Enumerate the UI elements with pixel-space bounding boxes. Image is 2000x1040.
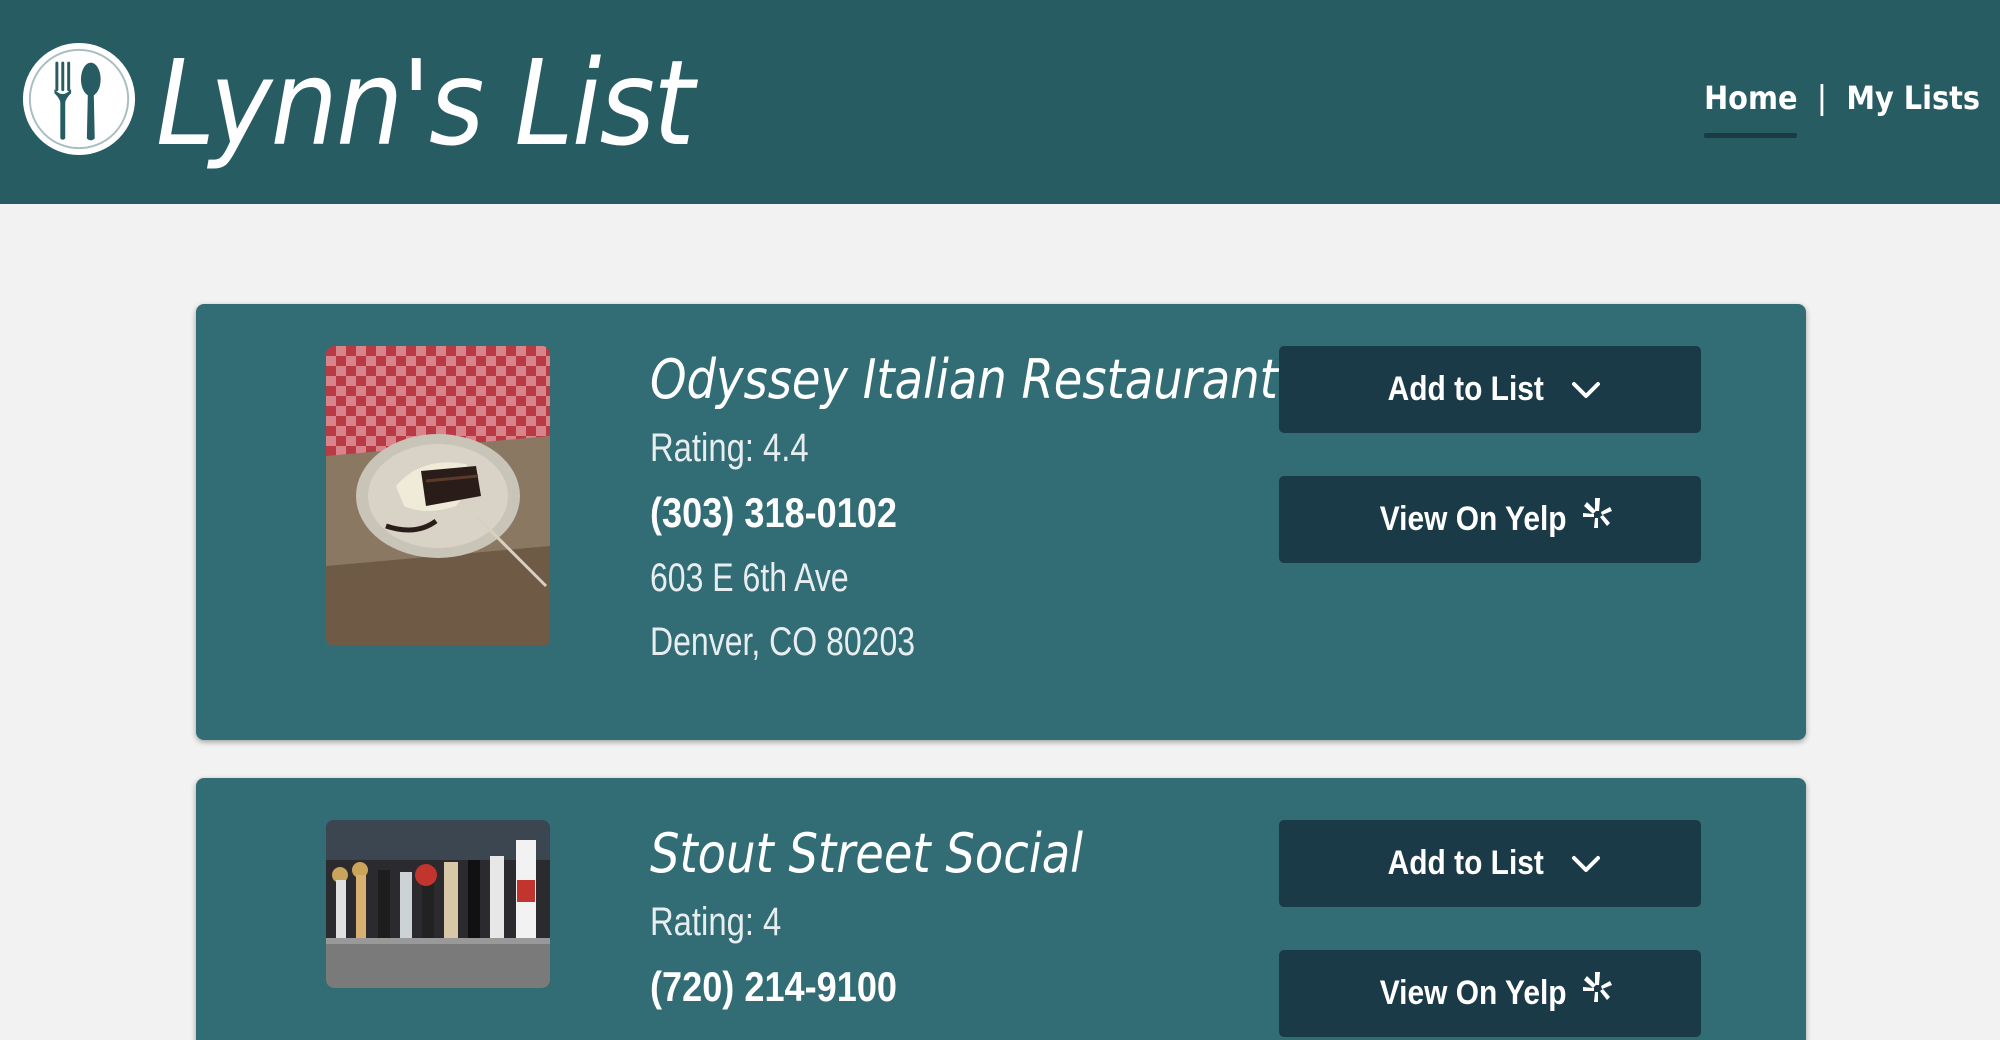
yelp-burst-icon bbox=[1583, 497, 1613, 528]
nav-my-lists-link[interactable]: My Lists bbox=[1846, 74, 1980, 122]
restaurant-photo bbox=[326, 820, 550, 988]
brand-title[interactable]: Lynn's List bbox=[156, 28, 695, 178]
view-on-yelp-button[interactable]: View On Yelp bbox=[1279, 476, 1701, 563]
restaurant-address-line2: Denver, CO 80203 bbox=[650, 620, 916, 664]
restaurant-info: Odyssey Italian Restaurant Rating: 4.4 (… bbox=[650, 344, 1278, 674]
restaurant-card: Stout Street Social Rating: 4 (720) 214-… bbox=[196, 778, 1806, 1040]
view-on-yelp-label: View On Yelp bbox=[1379, 500, 1567, 538]
nav-home-link[interactable]: Home bbox=[1704, 74, 1798, 138]
yelp-burst-icon bbox=[1583, 971, 1613, 1002]
restaurant-phone[interactable]: (303) 318-0102 bbox=[650, 480, 1183, 546]
site-header: Lynn's List Home | My Lists bbox=[0, 0, 2000, 204]
restaurant-phone[interactable]: (720) 214-9100 bbox=[650, 954, 1183, 1020]
add-to-list-label: Add to List bbox=[1387, 370, 1545, 408]
restaurant-address-line1: 603 E 6th Ave bbox=[650, 556, 849, 600]
restaurant-name[interactable]: Odyssey Italian Restaurant bbox=[650, 344, 1278, 416]
restaurant-rating: Rating: 4.4 bbox=[650, 426, 809, 470]
nav-separator: | bbox=[1817, 79, 1827, 117]
restaurant-rating: Rating: 4 bbox=[650, 900, 782, 944]
chevron-down-icon bbox=[1571, 855, 1600, 872]
add-to-list-button[interactable]: Add to List bbox=[1279, 820, 1701, 907]
add-to-list-button[interactable]: Add to List bbox=[1279, 346, 1701, 433]
chevron-down-icon bbox=[1571, 381, 1600, 398]
add-to-list-label: Add to List bbox=[1387, 844, 1545, 882]
restaurant-photo bbox=[326, 346, 550, 646]
view-on-yelp-label: View On Yelp bbox=[1379, 974, 1567, 1012]
fork-spoon-logo-icon[interactable] bbox=[20, 40, 138, 158]
restaurant-info: Stout Street Social Rating: 4 (720) 214-… bbox=[650, 818, 1270, 1020]
view-on-yelp-button[interactable]: View On Yelp bbox=[1279, 950, 1701, 1037]
restaurant-card: Odyssey Italian Restaurant Rating: 4.4 (… bbox=[196, 304, 1806, 740]
main-nav: Home | My Lists bbox=[1704, 74, 1980, 138]
restaurant-name[interactable]: Stout Street Social bbox=[650, 818, 1183, 890]
